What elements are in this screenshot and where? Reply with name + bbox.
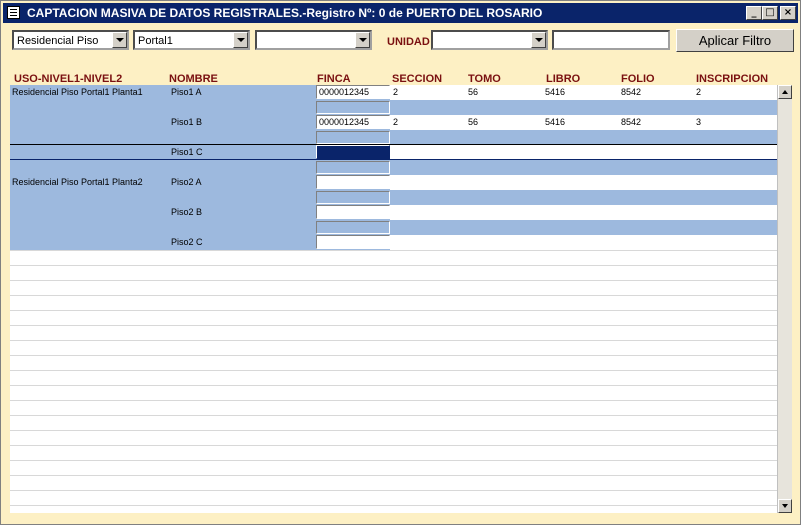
unidad-label: UNIDAD	[387, 36, 430, 48]
finca-input[interactable]	[316, 205, 390, 219]
cell-nombre: Piso1 C	[171, 147, 203, 157]
filter-text-input[interactable]	[552, 30, 670, 50]
finca-input[interactable]	[316, 235, 390, 249]
cell-nombre: Piso2 C	[171, 237, 203, 247]
finca-input[interactable]: 0000012345	[316, 115, 390, 129]
chevron-down-icon[interactable]	[355, 32, 370, 48]
maximize-button[interactable]: □	[762, 6, 778, 20]
finca-sub-input[interactable]	[316, 101, 390, 114]
col-header-nombre: NOMBRE	[169, 73, 218, 85]
chevron-down-icon[interactable]	[531, 32, 546, 48]
cell-nombre: Piso2 B	[171, 207, 203, 217]
grid-line	[10, 355, 777, 356]
cell-tomo[interactable]: 56	[468, 117, 478, 127]
chevron-down-icon[interactable]	[112, 32, 127, 48]
grid-line	[10, 415, 777, 416]
grid-band	[10, 85, 777, 250]
finca-sub-input[interactable]	[316, 191, 390, 204]
grid-line	[10, 445, 777, 446]
cell-nombre: Piso1 B	[171, 117, 203, 127]
cell-folio[interactable]: 8542	[621, 87, 641, 97]
grid-line	[10, 490, 777, 491]
scroll-up-button[interactable]	[778, 85, 792, 99]
grid-line	[10, 310, 777, 311]
grid-line	[10, 430, 777, 431]
col-header-seccion: SECCION	[392, 73, 443, 85]
cell-nombre: Piso2 A	[171, 177, 202, 187]
grid-line	[10, 385, 777, 386]
grid-line	[10, 340, 777, 341]
main-window: CAPTACION MASIVA DE DATOS REGISTRALES.-R…	[0, 0, 801, 525]
nivel1-select[interactable]: Portal1	[133, 30, 250, 50]
grid-line	[10, 475, 777, 476]
col-header-tomo: TOMO	[468, 73, 501, 85]
scroll-down-button[interactable]	[778, 499, 792, 513]
cell-libro[interactable]: 5416	[545, 117, 565, 127]
cell-nombre: Piso1 A	[171, 87, 202, 97]
grid-line	[10, 265, 777, 266]
cell-inscripcion[interactable]: 2	[696, 87, 701, 97]
col-header-libro: LIBRO	[546, 73, 581, 85]
cell-inscripcion[interactable]: 3	[696, 117, 701, 127]
grid-line	[10, 370, 777, 371]
cell-seccion[interactable]: 2	[393, 87, 398, 97]
window-title: CAPTACION MASIVA DE DATOS REGISTRALES.-R…	[27, 6, 543, 20]
cell-libro[interactable]: 5416	[545, 87, 565, 97]
finca-input-active[interactable]	[316, 145, 390, 159]
close-button[interactable]: ×	[780, 6, 796, 20]
nivel2-select[interactable]	[255, 30, 372, 50]
cell-folio[interactable]: 8542	[621, 117, 641, 127]
minimize-button[interactable]: _	[746, 6, 762, 20]
cell-uso: Residencial Piso Portal1 Planta1	[12, 87, 143, 97]
col-header-inscripcion: INSCRIPCION	[696, 73, 769, 85]
grid-line	[10, 280, 777, 281]
finca-sub-input[interactable]	[316, 131, 390, 144]
cell-seccion[interactable]: 2	[393, 117, 398, 127]
apply-filter-button[interactable]: Aplicar Filtro	[676, 29, 794, 52]
chevron-down-icon[interactable]	[233, 32, 248, 48]
col-header-finca: FINCA	[317, 73, 351, 85]
unidad-select[interactable]	[431, 30, 548, 50]
col-header-folio: FOLIO	[621, 73, 655, 85]
finca-sub-input[interactable]	[316, 161, 390, 174]
nivel1-select-value: Portal1	[138, 35, 173, 47]
grid-line	[10, 505, 777, 506]
vertical-scrollbar[interactable]	[777, 85, 792, 513]
row-detail-area	[390, 205, 777, 220]
grid-line	[10, 460, 777, 461]
cell-tomo[interactable]: 56	[468, 87, 478, 97]
finca-input[interactable]	[316, 175, 390, 189]
col-header-uso: USO-NIVEL1-NIVEL2	[14, 73, 123, 85]
row-detail-area	[390, 85, 777, 100]
row-detail-area	[390, 235, 777, 250]
app-list-icon[interactable]	[7, 6, 20, 19]
uso-select-value: Residencial Piso	[17, 35, 99, 47]
grid-line	[10, 250, 777, 251]
grid-line	[10, 325, 777, 326]
title-bar[interactable]: CAPTACION MASIVA DE DATOS REGISTRALES.-R…	[3, 3, 798, 23]
data-grid[interactable]: Residencial Piso Portal1 Planta1 Piso1 A…	[10, 85, 777, 513]
selected-row-frame	[10, 144, 777, 160]
grid-line	[10, 400, 777, 401]
row-detail-area	[390, 175, 777, 190]
row-detail-area	[390, 115, 777, 130]
grid-line	[10, 295, 777, 296]
finca-sub-input[interactable]	[316, 221, 390, 234]
uso-select[interactable]: Residencial Piso	[12, 30, 129, 50]
cell-uso: Residencial Piso Portal1 Planta2	[12, 177, 143, 187]
finca-input[interactable]: 0000012345	[316, 85, 390, 99]
